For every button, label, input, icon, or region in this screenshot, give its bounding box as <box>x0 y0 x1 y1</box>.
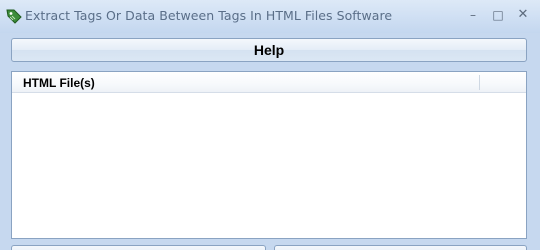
column-header-html-files[interactable]: HTML File(s) <box>23 76 95 90</box>
list-body[interactable] <box>12 93 526 238</box>
app-window: Extract Tags Or Data Between Tags In HTM… <box>0 0 540 250</box>
maximize-button[interactable]: □ <box>488 6 508 24</box>
app-tag-icon <box>5 7 23 25</box>
bottom-right-button[interactable] <box>274 245 527 250</box>
window-title: Extract Tags Or Data Between Tags In HTM… <box>25 8 393 23</box>
list-header: HTML File(s) <box>12 72 526 93</box>
minimize-button[interactable]: – <box>463 6 483 24</box>
column-divider[interactable] <box>479 75 480 90</box>
close-button[interactable]: ✕ <box>513 6 533 24</box>
bottom-left-button[interactable] <box>11 245 266 250</box>
help-button[interactable]: Help <box>11 38 527 62</box>
title-bar[interactable]: Extract Tags Or Data Between Tags In HTM… <box>0 0 540 33</box>
html-files-list[interactable]: HTML File(s) <box>11 71 527 239</box>
